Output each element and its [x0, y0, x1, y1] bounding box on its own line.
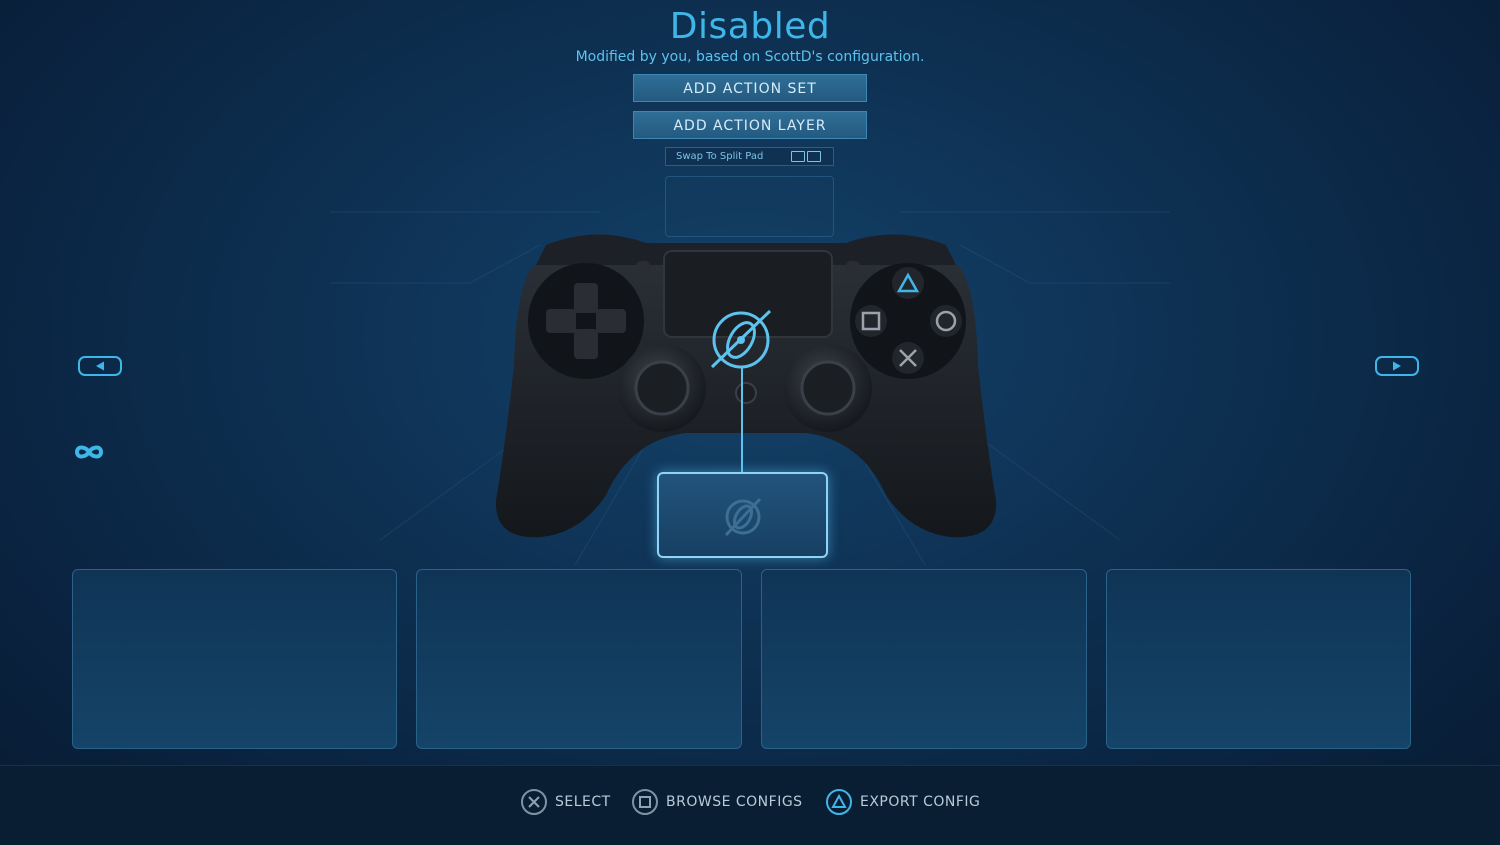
select-hint[interactable]: SELECT — [521, 788, 611, 816]
page-title: Disabled — [669, 6, 831, 47]
swap-to-split-pad-label: Swap To Split Pad — [676, 151, 764, 162]
export-config-hint[interactable]: EXPORT CONFIG — [826, 788, 980, 816]
next-arrow-button[interactable] — [1375, 356, 1419, 376]
split-pad-icon — [791, 151, 821, 162]
square-button-icon — [632, 789, 658, 815]
browse-configs-label: BROWSE CONFIGS — [666, 794, 803, 810]
previous-arrow-button[interactable] — [78, 356, 122, 376]
binding-panel-4[interactable] — [1106, 569, 1411, 749]
swap-to-split-pad-button[interactable]: Swap To Split Pad — [665, 147, 834, 166]
arrow-right-icon — [1393, 361, 1401, 371]
add-action-set-button[interactable]: ADD ACTION SET — [633, 74, 867, 102]
binding-panel-2[interactable] — [416, 569, 742, 749]
triangle-button-icon — [826, 789, 852, 815]
arrow-left-icon — [96, 361, 104, 371]
browse-configs-hint[interactable]: BROWSE CONFIGS — [632, 788, 803, 816]
binding-panel-1[interactable] — [72, 569, 397, 749]
export-config-label: EXPORT CONFIG — [860, 794, 981, 810]
select-label: SELECT — [555, 794, 611, 810]
gyro-binding-slot[interactable] — [657, 472, 828, 558]
config-subtitle: Modified by you, based on ScottD's confi… — [575, 49, 925, 65]
gyro-icon — [724, 497, 762, 537]
add-action-layer-button[interactable]: ADD ACTION LAYER — [633, 111, 867, 139]
gyro-connector-line — [741, 368, 743, 472]
binding-panel-3[interactable] — [761, 569, 1087, 749]
cross-button-icon — [521, 789, 547, 815]
infinity-icon[interactable] — [72, 442, 106, 462]
